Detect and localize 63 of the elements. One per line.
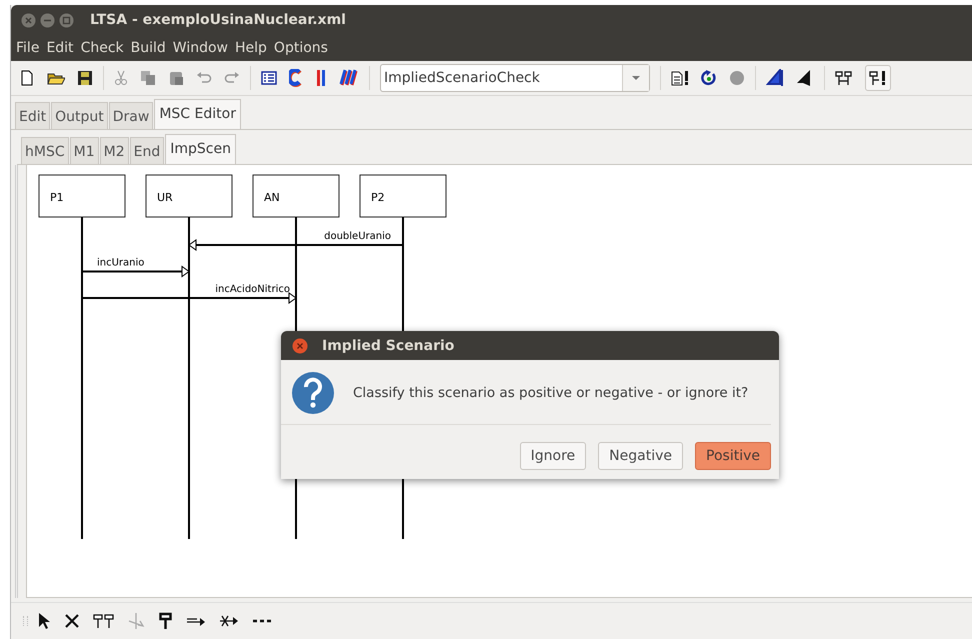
save-icon[interactable] [77, 70, 93, 86]
close-icon[interactable] [21, 12, 36, 28]
message-arrow[interactable] [188, 239, 403, 251]
instance-box[interactable] [38, 174, 126, 218]
close-icon[interactable] [292, 338, 308, 354]
instance-label: AN [264, 191, 280, 204]
list-icon[interactable] [261, 70, 277, 86]
menu-item[interactable]: Options [274, 40, 328, 56]
window-title: LTSA - exemploUsinaNuclear.xml [90, 12, 346, 28]
instance-box[interactable] [252, 174, 340, 218]
refresh-icon[interactable] [701, 70, 717, 86]
new-file-icon[interactable] [19, 70, 35, 86]
tab[interactable]: MSC Editor [154, 99, 241, 129]
dialog-button[interactable]: Positive [695, 442, 771, 470]
arrow-icon[interactable] [186, 615, 206, 627]
dialog-button[interactable]: Ignore [520, 442, 586, 470]
message-label: incUranio [97, 258, 144, 268]
instance-alert-icon[interactable] [869, 70, 887, 86]
tab[interactable]: Output [51, 102, 108, 129]
dialog-title: Implied Scenario [322, 338, 454, 354]
message-label: incAcidoNitrico [215, 284, 290, 295]
tab[interactable]: Draw [108, 102, 154, 129]
instances-icon[interactable] [93, 613, 115, 629]
tab[interactable]: Edit [15, 102, 50, 129]
caret-icon [631, 75, 641, 81]
message-arrow[interactable] [82, 292, 297, 304]
menu-item[interactable]: Window [172, 40, 228, 56]
minimize-icon[interactable] [40, 12, 55, 28]
maximize-icon[interactable] [59, 12, 74, 28]
document-alert-icon[interactable] [671, 70, 689, 86]
instance-label: P1 [50, 191, 64, 204]
menu-item[interactable]: Check [80, 40, 124, 56]
dialog-message: Classify this scenario as positive or negative - or ignore it? [353, 385, 748, 401]
instance-box[interactable] [360, 174, 446, 218]
tab[interactable]: M2 [100, 137, 129, 164]
tab[interactable]: hMSC [21, 137, 69, 164]
pointer-icon[interactable] [37, 612, 51, 630]
tab[interactable]: ImpScen [165, 134, 236, 164]
arc-icon[interactable] [289, 69, 303, 87]
menu-item[interactable]: File [16, 40, 40, 56]
instances-icon[interactable] [835, 70, 853, 86]
parallel-bars-icon[interactable] [315, 69, 327, 87]
menu-item[interactable]: Help [235, 40, 267, 56]
dashed-line-icon[interactable] [252, 618, 272, 624]
menu-item[interactable]: Build [130, 40, 166, 56]
tab[interactable]: End [130, 137, 164, 164]
instance-label: P2 [371, 191, 385, 204]
paste-icon[interactable] [168, 70, 184, 86]
instance-box[interactable] [146, 174, 232, 218]
copy-icon[interactable] [140, 70, 156, 86]
message-label: doubleUranio [324, 231, 391, 242]
delete-icon[interactable] [64, 613, 80, 629]
tab[interactable]: M1 [70, 137, 99, 164]
slanted-bars-icon[interactable] [339, 69, 359, 87]
menu-item[interactable]: Edit [46, 40, 74, 56]
question-icon [291, 371, 335, 415]
message-arrow[interactable] [82, 266, 190, 278]
dialog-button[interactable]: Negative [598, 442, 684, 470]
crossed-arrow-icon[interactable] [219, 614, 239, 628]
instance-icon[interactable] [159, 612, 173, 630]
triangle-icon[interactable] [766, 69, 784, 87]
target-dropdown[interactable]: ImpliedScenarioCheck [380, 64, 650, 92]
instance-label: UR [157, 191, 173, 204]
